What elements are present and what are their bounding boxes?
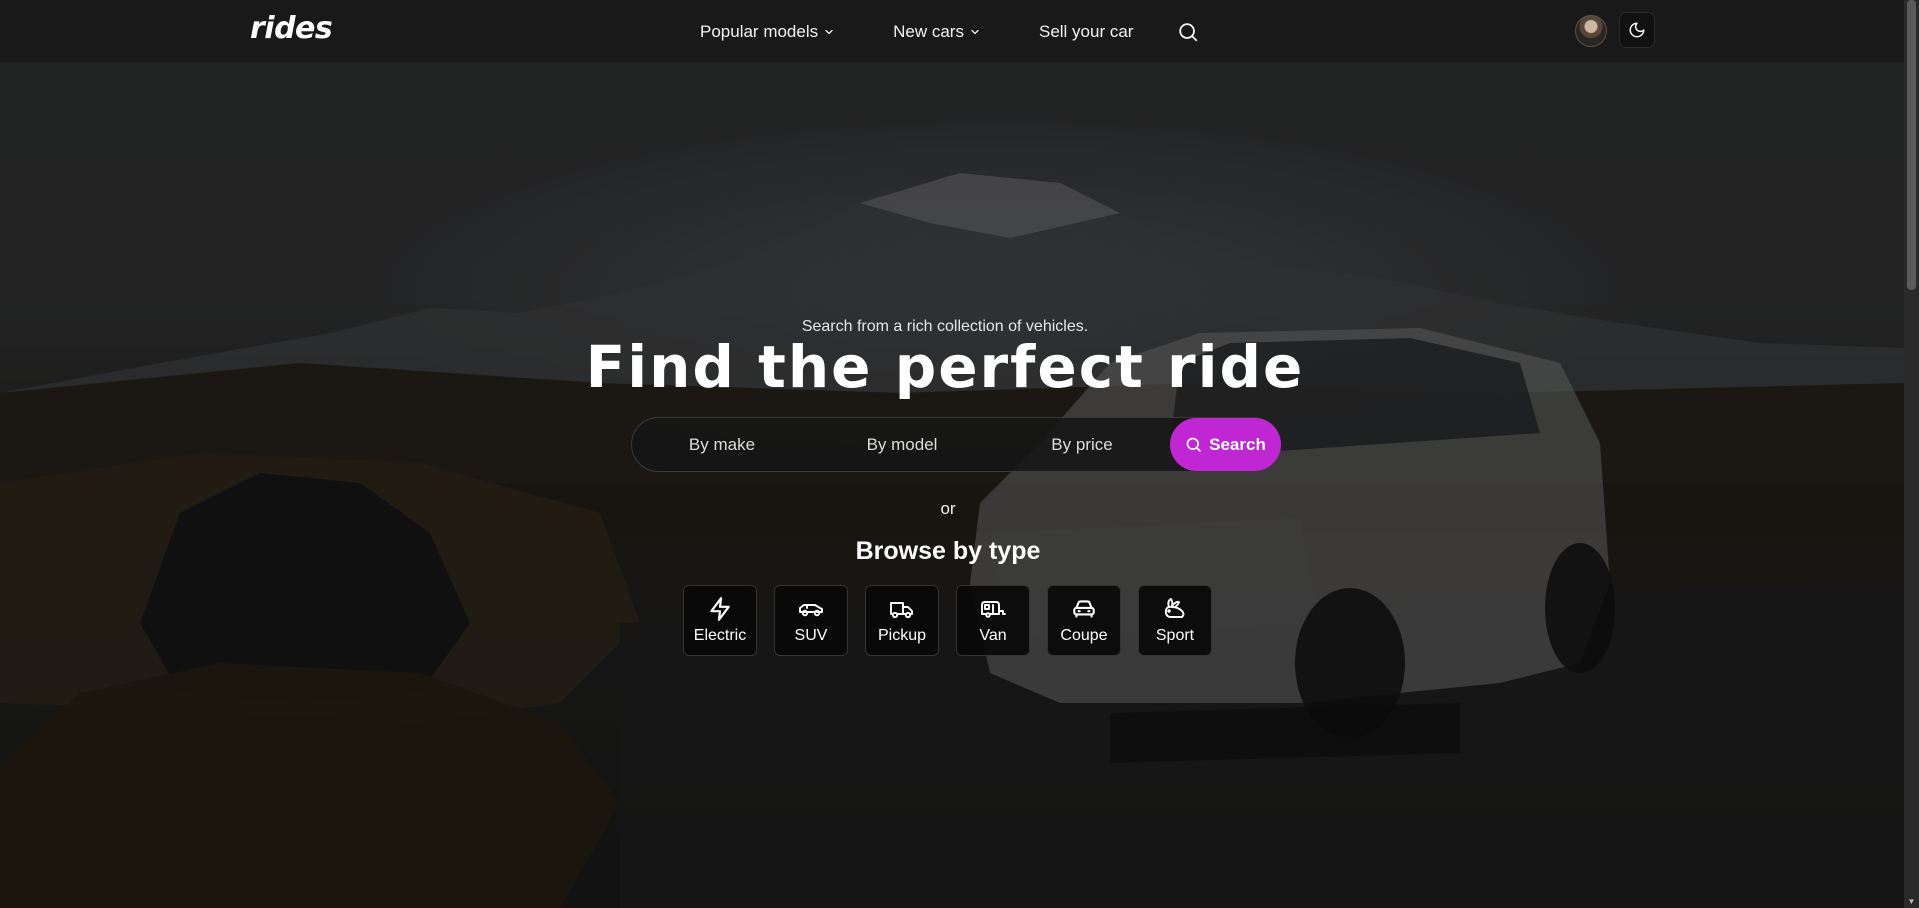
type-label: Electric <box>693 627 747 644</box>
nav-popular-models-label: Popular models <box>700 21 819 41</box>
search-button[interactable]: Search <box>1170 418 1281 471</box>
chevron-down-icon <box>823 26 835 38</box>
page-scrollbar[interactable]: ▼ <box>1904 0 1919 908</box>
scrollbar-thumb[interactable] <box>1907 0 1916 290</box>
top-navbar: rides Popular models New cars Sell your … <box>0 0 1904 63</box>
filter-by-price[interactable]: By price <box>1012 418 1152 471</box>
or-separator: or <box>940 499 956 518</box>
nav-new-cars[interactable]: New cars <box>893 22 981 42</box>
scroll-down-arrow-icon[interactable]: ▼ <box>1907 897 1916 906</box>
caravan-icon <box>979 595 1007 623</box>
type-label: Van <box>979 627 1007 644</box>
vehicle-search-bar: By make By model By price Search <box>631 417 1281 472</box>
rabbit-icon <box>1161 595 1189 623</box>
suv-icon <box>797 595 825 623</box>
theme-toggle-button[interactable] <box>1619 12 1655 48</box>
filter-by-model[interactable]: By model <box>822 418 982 471</box>
filter-by-make[interactable]: By make <box>652 418 792 471</box>
car-front-icon <box>1071 595 1097 623</box>
type-card-pickup[interactable]: Pickup <box>865 585 939 656</box>
hero-section <box>0 63 1904 908</box>
type-card-van[interactable]: Van <box>956 585 1030 656</box>
chevron-down-icon <box>969 26 981 38</box>
search-button-label: Search <box>1209 434 1266 454</box>
browse-by-type-heading: Browse by type <box>855 537 1041 565</box>
moon-icon <box>1628 21 1646 39</box>
type-card-sport[interactable]: Sport <box>1138 585 1212 656</box>
vehicle-type-grid: Electric SUV Pickup Van Coupe Sport <box>683 585 1212 656</box>
nav-popular-models[interactable]: Popular models <box>700 22 835 42</box>
type-label: Pickup <box>877 627 927 644</box>
search-icon <box>1185 436 1202 453</box>
nav-links: Popular models New cars Sell your car <box>700 0 1199 63</box>
nav-sell-your-car-label: Sell your car <box>1038 21 1134 41</box>
nav-new-cars-label: New cars <box>893 21 964 41</box>
type-card-suv[interactable]: SUV <box>774 585 848 656</box>
hero-title: Find the perfect ride <box>585 333 1305 401</box>
type-card-electric[interactable]: Electric <box>683 585 757 656</box>
type-label: SUV <box>794 627 828 644</box>
search-icon[interactable] <box>1177 21 1199 43</box>
hero-dark-overlay <box>0 63 1904 908</box>
truck-icon <box>888 595 916 623</box>
type-label: Coupe <box>1060 627 1108 644</box>
type-card-coupe[interactable]: Coupe <box>1047 585 1121 656</box>
user-avatar[interactable] <box>1575 15 1607 47</box>
lightning-icon <box>707 595 733 623</box>
nav-sell-your-car[interactable]: Sell your car <box>1039 22 1133 42</box>
site-logo[interactable]: rides <box>250 11 333 46</box>
type-label: Sport <box>1155 627 1195 644</box>
